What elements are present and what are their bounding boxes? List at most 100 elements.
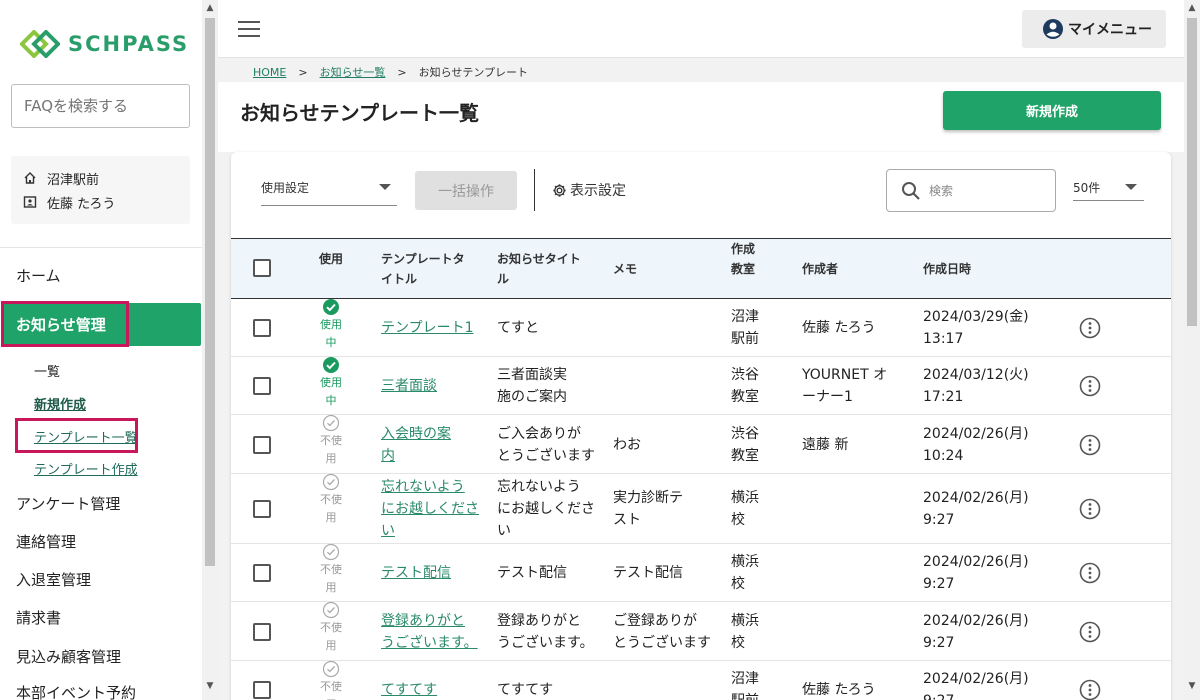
breadcrumb-home[interactable]: HOME	[253, 66, 286, 79]
hamburger-menu-icon[interactable]	[238, 21, 260, 42]
user-name: 佐藤 たろう	[47, 196, 116, 212]
account-circle-icon	[1043, 19, 1063, 39]
row-checkbox[interactable]	[253, 564, 271, 582]
display-settings-button[interactable]: 表示設定	[552, 180, 626, 200]
notice-title: テスト配信	[497, 565, 567, 581]
creator: 遠藤 新	[802, 436, 849, 453]
highlight-box-notice	[1, 301, 129, 347]
more-options-icon[interactable]	[1079, 562, 1101, 588]
template-list-card: 使用設定 一括操作 表示設定 検索 50件 使用 テンプレートタ イトル お知ら…	[231, 152, 1171, 700]
header-creator[interactable]: 作成者	[802, 259, 838, 279]
breadcrumb-notice-list[interactable]: お知らせ一覧	[320, 66, 386, 79]
gear-icon	[553, 183, 566, 197]
scroll-down-arrow-icon[interactable]: ▼	[202, 681, 218, 691]
memo: テスト配信	[613, 565, 683, 581]
notice-title: 三者面談実 施のご案内	[497, 367, 567, 405]
nav-home[interactable]: ホーム	[0, 265, 202, 286]
row-checkbox[interactable]	[253, 622, 271, 641]
main-scrollbar[interactable]: ▲ ▼	[1184, 0, 1200, 700]
template-title-link[interactable]: テスト配信	[381, 562, 451, 584]
breadcrumb-sep: >	[397, 66, 407, 79]
template-title-link[interactable]: 入会時の案 内	[381, 423, 451, 467]
status-label: 使用 中	[320, 376, 342, 407]
scroll-down-arrow-icon[interactable]: ▼	[1184, 681, 1200, 691]
breadcrumb: HOME > お知らせ一覧 > お知らせテンプレート	[253, 64, 528, 80]
table-row: 不使 用忘れないよう にお越しくださ い忘れないよう にお越しくださ い実力診断…	[231, 473, 1171, 544]
logo[interactable]: SCHPASS	[20, 30, 189, 58]
sidebar: SCHPASS 沼津駅前 佐藤 たろう ホーム お知らせ管理 一覧 新規作成 テ…	[0, 0, 202, 700]
nav-contact[interactable]: 連絡管理	[0, 531, 202, 552]
faq-search-input[interactable]	[11, 84, 190, 128]
header-notice-title[interactable]: お知らせタイト ル	[497, 249, 581, 289]
per-page-label: 50件	[1073, 181, 1101, 195]
nav-survey[interactable]: アンケート管理	[0, 493, 202, 514]
user-info: 沼津駅前 佐藤 たろう	[11, 156, 190, 224]
header-created[interactable]: 作成日時	[923, 259, 971, 279]
table-row: 不使 用 テスト配信 テスト配信 テスト配信 横浜 校 2024/02/26(月) 9:2…	[231, 543, 1171, 602]
display-settings-label: 表示設定	[570, 183, 626, 199]
my-menu-button[interactable]: マイメニュー	[1022, 10, 1166, 48]
more-options-icon[interactable]	[1079, 375, 1101, 401]
school: 渋谷 教室	[731, 425, 759, 464]
status-label: 使用 中	[320, 318, 342, 349]
template-title-link[interactable]: 忘れないよう にお越しくださ い	[381, 476, 479, 542]
school: 沼津 駅前	[731, 671, 759, 700]
memo: 実力診断テ スト	[613, 490, 683, 528]
more-options-icon[interactable]	[1079, 679, 1101, 700]
more-options-icon[interactable]	[1079, 317, 1101, 343]
row-checkbox[interactable]	[253, 435, 271, 454]
more-options-icon[interactable]	[1079, 434, 1101, 460]
header-template-title[interactable]: テンプレートタ イトル	[381, 249, 465, 289]
template-title-link[interactable]: テンプレート1	[381, 317, 474, 339]
status-active: 使用 中	[316, 298, 346, 352]
created-at: 2024/02/26(月) 9:27	[923, 671, 1029, 700]
nav-attendance[interactable]: 入退室管理	[0, 569, 202, 590]
logo-text: SCHPASS	[68, 32, 190, 56]
nav-invoice[interactable]: 請求書	[0, 607, 202, 628]
nav-sub-list[interactable]: 一覧	[34, 361, 60, 380]
usage-filter-select[interactable]: 使用設定	[261, 168, 397, 206]
bulk-action-button[interactable]: 一括操作	[415, 171, 517, 210]
sidebar-scroll-thumb[interactable]	[205, 18, 215, 566]
main-content: マイメニュー HOME > お知らせ一覧 > お知らせテンプレート お知らせテンプレート…	[218, 0, 1184, 700]
search-input[interactable]: 検索	[886, 169, 1056, 212]
row-checkbox[interactable]	[253, 377, 271, 395]
new-create-button[interactable]: 新規作成	[943, 91, 1161, 130]
breadcrumb-current: お知らせテンプレート	[418, 66, 529, 79]
select-all-checkbox[interactable]	[253, 259, 271, 277]
sidebar-divider	[0, 247, 202, 248]
row-checkbox[interactable]	[253, 681, 271, 699]
more-options-icon[interactable]	[1079, 498, 1101, 524]
more-options-icon[interactable]	[1079, 621, 1101, 647]
scroll-up-arrow-icon[interactable]: ▲	[202, 3, 218, 13]
check-circle-outline-icon	[322, 660, 340, 678]
notice-title: ご入会ありが とうございます	[497, 425, 595, 464]
creator: YOURNET オ ーナー1	[802, 367, 888, 405]
status-inactive: 不使 用	[316, 473, 346, 527]
notice-title: 登録ありがと うございます。	[497, 612, 594, 651]
row-checkbox[interactable]	[253, 319, 271, 337]
header-school[interactable]: 作成 教室	[731, 239, 755, 279]
template-title-link[interactable]: 登録ありがと うございます。	[381, 610, 478, 654]
header-memo: メモ	[613, 262, 638, 276]
status-label: 不使 用	[320, 621, 342, 652]
table-row: 使用 中 三者面談 三者面談実 施のご案内 渋谷 教室 YOURNET オ ーナー1 20…	[231, 357, 1171, 415]
main-scroll-thumb[interactable]	[1187, 18, 1197, 326]
notice-title: 忘れないよう にお越しくださ い	[497, 479, 595, 539]
nav-hq-events[interactable]: 本部イベント予約	[0, 682, 202, 700]
status-inactive: 不使 用	[316, 414, 346, 468]
table-row: 不使 用 入会時の案 内 ご入会ありが とうございます わお 渋谷 教室 遠藤 新 2024…	[231, 414, 1171, 474]
template-title-link[interactable]: 三者面談	[381, 375, 437, 397]
scroll-up-arrow-icon[interactable]: ▲	[1184, 3, 1200, 13]
nav-sub-new[interactable]: 新規作成	[34, 394, 86, 413]
chevron-down-icon	[379, 184, 391, 190]
nav-sub-template-create[interactable]: テンプレート作成	[34, 459, 138, 478]
breadcrumb-sep: >	[298, 66, 308, 79]
nav-prospects[interactable]: 見込み顧客管理	[0, 646, 202, 667]
sidebar-scrollbar[interactable]: ▲ ▼	[202, 0, 218, 700]
school: 沼津 駅前	[731, 309, 759, 347]
template-title-link[interactable]: てすてす	[381, 679, 437, 700]
row-checkbox[interactable]	[253, 500, 271, 518]
toolbar-divider	[534, 169, 535, 211]
per-page-select[interactable]: 50件	[1073, 169, 1144, 201]
